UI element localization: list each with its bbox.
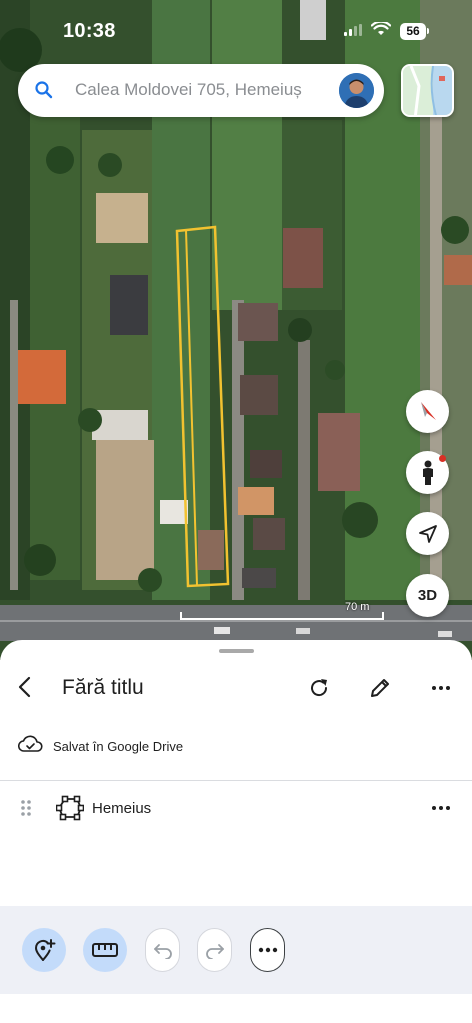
refresh-button[interactable] (307, 676, 331, 700)
my-location-button[interactable] (406, 512, 449, 555)
status-icons: 56 (344, 20, 429, 41)
scale-bar (180, 612, 384, 620)
project-title: Fără titlu (62, 676, 144, 699)
3d-toggle-button[interactable]: 3D (406, 574, 449, 617)
search-bar[interactable]: Calea Moldovei 705, Hemeiuș (18, 64, 384, 117)
layers-button[interactable] (401, 64, 454, 117)
more-horizontal-icon (432, 686, 450, 690)
toolbar-more-button[interactable] (250, 928, 285, 972)
save-status: Salvat în Google Drive (17, 734, 184, 758)
header-more-button[interactable] (429, 676, 453, 700)
battery-icon: 56 (400, 23, 429, 40)
back-button[interactable] (14, 675, 38, 699)
more-horizontal-icon (258, 947, 277, 953)
sheet-drag-handle[interactable] (219, 649, 254, 653)
drag-handle-icon[interactable] (20, 799, 32, 822)
search-input[interactable]: Calea Moldovei 705, Hemeiuș (75, 80, 315, 100)
feature-more-button[interactable] (429, 796, 453, 820)
redo-icon (205, 944, 224, 959)
redo-button[interactable] (197, 928, 232, 972)
add-point-icon (34, 939, 56, 961)
more-horizontal-icon (432, 806, 450, 810)
feature-list-item[interactable]: Hemeius (0, 792, 472, 824)
search-icon[interactable] (34, 80, 54, 105)
save-status-text: Salvat în Google Drive (53, 738, 184, 754)
undo-icon (153, 944, 172, 959)
ruler-icon (92, 943, 118, 957)
street-view-button[interactable] (406, 451, 449, 494)
edit-toolbar (0, 906, 472, 994)
wifi-icon (370, 20, 392, 41)
divider (0, 780, 472, 781)
home-indicator-area (0, 994, 472, 1023)
notification-dot (439, 455, 446, 462)
pegman-icon (422, 460, 433, 485)
pencil-icon (371, 679, 389, 697)
avatar[interactable] (339, 73, 374, 108)
chevron-left-icon (18, 676, 31, 698)
refresh-icon (311, 679, 328, 697)
measure-button[interactable] (83, 928, 127, 972)
polygon-icon (55, 795, 85, 826)
undo-button[interactable] (145, 928, 180, 972)
cloud-done-icon (17, 735, 43, 758)
edit-button[interactable] (368, 676, 392, 700)
status-time: 10:38 (63, 20, 116, 42)
status-bar: 10:38 56 (0, 0, 472, 60)
compass-button[interactable] (406, 390, 449, 433)
signal-icon (344, 23, 362, 41)
satellite-map[interactable]: 10:38 56 Calea Moldovei 705, Hemeiuș 3D … (0, 0, 472, 660)
compass-icon (420, 401, 436, 420)
sheet-header: Fără titlu (0, 668, 472, 708)
add-placemark-button[interactable] (22, 928, 66, 972)
feature-name: Hemeius (92, 800, 152, 817)
navigation-arrow-icon (418, 524, 437, 543)
map-layers-icon (403, 66, 452, 115)
